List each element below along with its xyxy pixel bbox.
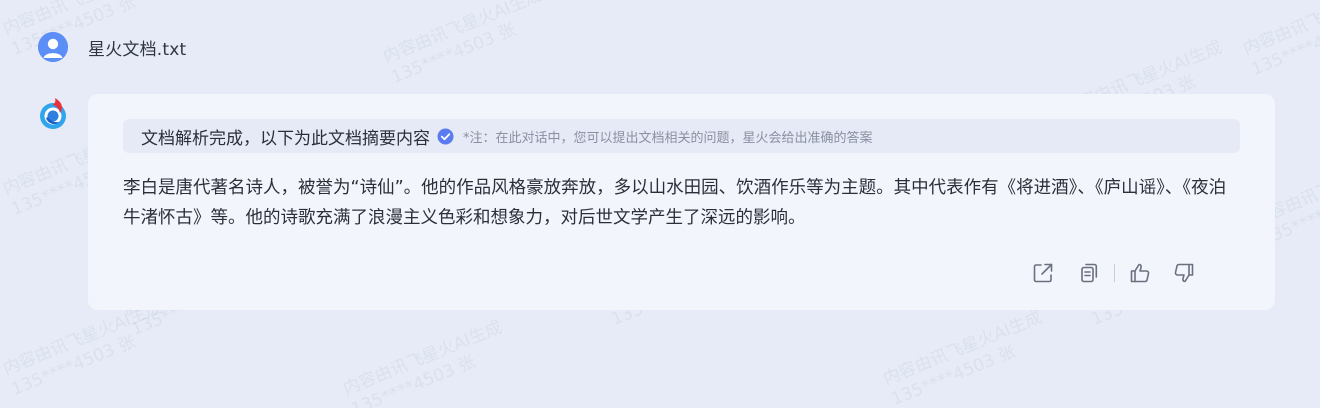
share-button[interactable] [1028, 258, 1058, 288]
thumbs-up-icon [1128, 261, 1152, 285]
watermark: 内容由讯飞星火AI生成135****4503 张 [380, 0, 546, 88]
dislike-button[interactable] [1169, 258, 1199, 288]
parse-note: *注：在此对话中，您可以提出文档相关的问题，星火会给出准确的答案 [463, 130, 873, 146]
answer-card: 文档解析完成，以下为此文档摘要内容 *注：在此对话中，您可以提出文档相关的问题，… [88, 94, 1275, 310]
watermark: 内容由讯飞星火AI生成135****4503 张 [340, 317, 506, 408]
parse-status-banner: 文档解析完成，以下为此文档摘要内容 *注：在此对话中，您可以提出文档相关的问题，… [123, 119, 1240, 153]
watermark: 内容由讯飞星火AI生成135****4503 张 [1240, 0, 1320, 80]
summary-text: 李白是唐代著名诗人，被誉为“诗仙”。他的作品风格豪放奔放，多以山水田园、饮酒作乐… [123, 178, 1227, 228]
file-name[interactable]: 星火文档.txt [88, 35, 186, 60]
share-icon [1031, 261, 1055, 285]
check-circle-icon [437, 128, 454, 145]
watermark: 内容由讯飞星火AI生成135****4503 张 [0, 297, 166, 400]
user-avatar [38, 32, 68, 62]
copy-icon [1077, 261, 1101, 285]
parse-status-title: 文档解析完成，以下为此文档摘要内容 [141, 128, 430, 149]
watermark: 内容由讯飞星火AI生成135****4503 张 [880, 307, 1046, 408]
like-button[interactable] [1125, 258, 1155, 288]
answer-actions [1028, 258, 1199, 288]
copy-button[interactable] [1074, 258, 1104, 288]
user-message: 星火文档.txt [38, 32, 186, 62]
thumbs-down-icon [1172, 261, 1196, 285]
action-divider [1114, 264, 1115, 282]
spark-logo-icon [38, 96, 70, 130]
